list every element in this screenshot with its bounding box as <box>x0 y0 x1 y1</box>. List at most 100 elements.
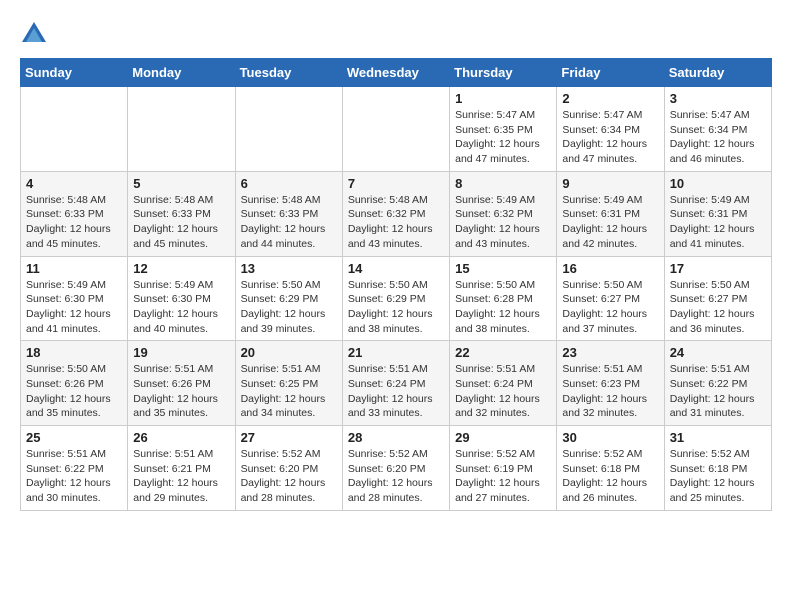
calendar-cell: 18 Sunrise: 5:50 AM Sunset: 6:26 PM Dayli… <box>21 341 128 426</box>
weekday-header-thursday: Thursday <box>450 59 557 87</box>
day-info: Sunrise: 5:49 AM Sunset: 6:32 PM Dayligh… <box>455 193 551 252</box>
day-info: Sunrise: 5:52 AM Sunset: 6:18 PM Dayligh… <box>670 447 766 506</box>
day-info: Sunrise: 5:50 AM Sunset: 6:29 PM Dayligh… <box>241 278 337 337</box>
day-number: 3 <box>670 91 766 106</box>
calendar-cell: 6 Sunrise: 5:48 AM Sunset: 6:33 PM Daylig… <box>235 171 342 256</box>
day-number: 2 <box>562 91 658 106</box>
day-number: 13 <box>241 261 337 276</box>
day-info: Sunrise: 5:50 AM Sunset: 6:27 PM Dayligh… <box>562 278 658 337</box>
calendar-cell: 16 Sunrise: 5:50 AM Sunset: 6:27 PM Dayli… <box>557 256 664 341</box>
calendar-cell: 27 Sunrise: 5:52 AM Sunset: 6:20 PM Dayli… <box>235 426 342 511</box>
calendar-cell: 8 Sunrise: 5:49 AM Sunset: 6:32 PM Daylig… <box>450 171 557 256</box>
day-info: Sunrise: 5:52 AM Sunset: 6:19 PM Dayligh… <box>455 447 551 506</box>
logo-icon <box>20 20 48 48</box>
day-number: 6 <box>241 176 337 191</box>
calendar-cell: 14Sunrise: 5:50 AM Sunset: 6:29 PM Dayli… <box>342 256 449 341</box>
calendar-cell: 28 Sunrise: 5:52 AM Sunset: 6:20 PM Dayli… <box>342 426 449 511</box>
day-info: Sunrise: 5:49 AM Sunset: 6:30 PM Dayligh… <box>26 278 122 337</box>
calendar-cell: 1 Sunrise: 5:47 AM Sunset: 6:35 PM Daylig… <box>450 87 557 172</box>
day-number: 11 <box>26 261 122 276</box>
calendar-cell: 15 Sunrise: 5:50 AM Sunset: 6:28 PM Dayli… <box>450 256 557 341</box>
calendar-cell <box>128 87 235 172</box>
day-number: 26 <box>133 430 229 445</box>
calendar-cell: 3 Sunrise: 5:47 AM Sunset: 6:34 PM Daylig… <box>664 87 771 172</box>
day-info: Sunrise: 5:52 AM Sunset: 6:20 PM Dayligh… <box>241 447 337 506</box>
day-number: 12 <box>133 261 229 276</box>
day-info: Sunrise: 5:49 AM Sunset: 6:30 PM Dayligh… <box>133 278 229 337</box>
day-info: Sunrise: 5:51 AM Sunset: 6:26 PM Dayligh… <box>133 362 229 421</box>
calendar-table: SundayMondayTuesdayWednesdayThursdayFrid… <box>20 58 772 511</box>
day-info: Sunrise: 5:50 AM Sunset: 6:28 PM Dayligh… <box>455 278 551 337</box>
calendar-week-row: 11 Sunrise: 5:49 AM Sunset: 6:30 PM Dayli… <box>21 256 772 341</box>
day-info: Sunrise: 5:48 AM Sunset: 6:33 PM Dayligh… <box>241 193 337 252</box>
calendar-week-row: 4 Sunrise: 5:48 AM Sunset: 6:33 PM Daylig… <box>21 171 772 256</box>
calendar-cell: 2 Sunrise: 5:47 AM Sunset: 6:34 PM Daylig… <box>557 87 664 172</box>
day-info: Sunrise: 5:47 AM Sunset: 6:34 PM Dayligh… <box>562 108 658 167</box>
calendar-cell: 11 Sunrise: 5:49 AM Sunset: 6:30 PM Dayli… <box>21 256 128 341</box>
calendar-week-row: 25 Sunrise: 5:51 AM Sunset: 6:22 PM Dayli… <box>21 426 772 511</box>
weekday-header-friday: Friday <box>557 59 664 87</box>
day-info: Sunrise: 5:51 AM Sunset: 6:24 PM Dayligh… <box>348 362 444 421</box>
calendar-cell: 26Sunrise: 5:51 AM Sunset: 6:21 PM Dayli… <box>128 426 235 511</box>
day-info: Sunrise: 5:48 AM Sunset: 6:33 PM Dayligh… <box>26 193 122 252</box>
weekday-header-tuesday: Tuesday <box>235 59 342 87</box>
day-number: 19 <box>133 345 229 360</box>
calendar-cell: 12 Sunrise: 5:49 AM Sunset: 6:30 PM Dayli… <box>128 256 235 341</box>
day-info: Sunrise: 5:50 AM Sunset: 6:27 PM Dayligh… <box>670 278 766 337</box>
weekday-header-wednesday: Wednesday <box>342 59 449 87</box>
calendar-cell: 22 Sunrise: 5:51 AM Sunset: 6:24 PM Dayli… <box>450 341 557 426</box>
day-number: 1 <box>455 91 551 106</box>
day-info: Sunrise: 5:49 AM Sunset: 6:31 PM Dayligh… <box>562 193 658 252</box>
day-info: Sunrise: 5:51 AM Sunset: 6:24 PM Dayligh… <box>455 362 551 421</box>
day-info: Sunrise: 5:47 AM Sunset: 6:35 PM Dayligh… <box>455 108 551 167</box>
day-info: Sunrise: 5:51 AM Sunset: 6:22 PM Dayligh… <box>26 447 122 506</box>
day-number: 29 <box>455 430 551 445</box>
day-number: 16 <box>562 261 658 276</box>
calendar-week-row: 1 Sunrise: 5:47 AM Sunset: 6:35 PM Daylig… <box>21 87 772 172</box>
weekday-header-saturday: Saturday <box>664 59 771 87</box>
day-number: 21 <box>348 345 444 360</box>
day-number: 31 <box>670 430 766 445</box>
calendar-cell: 20 Sunrise: 5:51 AM Sunset: 6:25 PM Dayli… <box>235 341 342 426</box>
day-number: 5 <box>133 176 229 191</box>
calendar-cell: 24 Sunrise: 5:51 AM Sunset: 6:22 PM Dayli… <box>664 341 771 426</box>
day-number: 27 <box>241 430 337 445</box>
weekday-header-monday: Monday <box>128 59 235 87</box>
day-number: 4 <box>26 176 122 191</box>
day-info: Sunrise: 5:49 AM Sunset: 6:31 PM Dayligh… <box>670 193 766 252</box>
day-number: 25 <box>26 430 122 445</box>
day-number: 18 <box>26 345 122 360</box>
day-number: 22 <box>455 345 551 360</box>
day-number: 24 <box>670 345 766 360</box>
calendar-cell: 29 Sunrise: 5:52 AM Sunset: 6:19 PM Dayli… <box>450 426 557 511</box>
calendar-cell <box>235 87 342 172</box>
day-info: Sunrise: 5:48 AM Sunset: 6:33 PM Dayligh… <box>133 193 229 252</box>
day-number: 10 <box>670 176 766 191</box>
calendar-cell: 4 Sunrise: 5:48 AM Sunset: 6:33 PM Daylig… <box>21 171 128 256</box>
calendar-cell: 23Sunrise: 5:51 AM Sunset: 6:23 PM Dayli… <box>557 341 664 426</box>
day-number: 23 <box>562 345 658 360</box>
day-info: Sunrise: 5:47 AM Sunset: 6:34 PM Dayligh… <box>670 108 766 167</box>
day-number: 7 <box>348 176 444 191</box>
calendar-week-row: 18 Sunrise: 5:50 AM Sunset: 6:26 PM Dayli… <box>21 341 772 426</box>
calendar-cell <box>342 87 449 172</box>
day-number: 28 <box>348 430 444 445</box>
day-number: 9 <box>562 176 658 191</box>
day-number: 15 <box>455 261 551 276</box>
weekday-header-row: SundayMondayTuesdayWednesdayThursdayFrid… <box>21 59 772 87</box>
day-info: Sunrise: 5:50 AM Sunset: 6:29 PM Dayligh… <box>348 278 444 337</box>
logo <box>20 20 52 48</box>
calendar-cell: 19 Sunrise: 5:51 AM Sunset: 6:26 PM Dayli… <box>128 341 235 426</box>
calendar-cell: 17 Sunrise: 5:50 AM Sunset: 6:27 PM Dayli… <box>664 256 771 341</box>
day-number: 17 <box>670 261 766 276</box>
day-info: Sunrise: 5:51 AM Sunset: 6:22 PM Dayligh… <box>670 362 766 421</box>
calendar-cell: 10 Sunrise: 5:49 AM Sunset: 6:31 PM Dayli… <box>664 171 771 256</box>
day-info: Sunrise: 5:51 AM Sunset: 6:25 PM Dayligh… <box>241 362 337 421</box>
day-number: 8 <box>455 176 551 191</box>
day-info: Sunrise: 5:50 AM Sunset: 6:26 PM Dayligh… <box>26 362 122 421</box>
calendar-cell: 31 Sunrise: 5:52 AM Sunset: 6:18 PM Dayli… <box>664 426 771 511</box>
day-info: Sunrise: 5:52 AM Sunset: 6:20 PM Dayligh… <box>348 447 444 506</box>
calendar-cell: 25 Sunrise: 5:51 AM Sunset: 6:22 PM Dayli… <box>21 426 128 511</box>
page-header <box>20 20 772 48</box>
day-number: 20 <box>241 345 337 360</box>
